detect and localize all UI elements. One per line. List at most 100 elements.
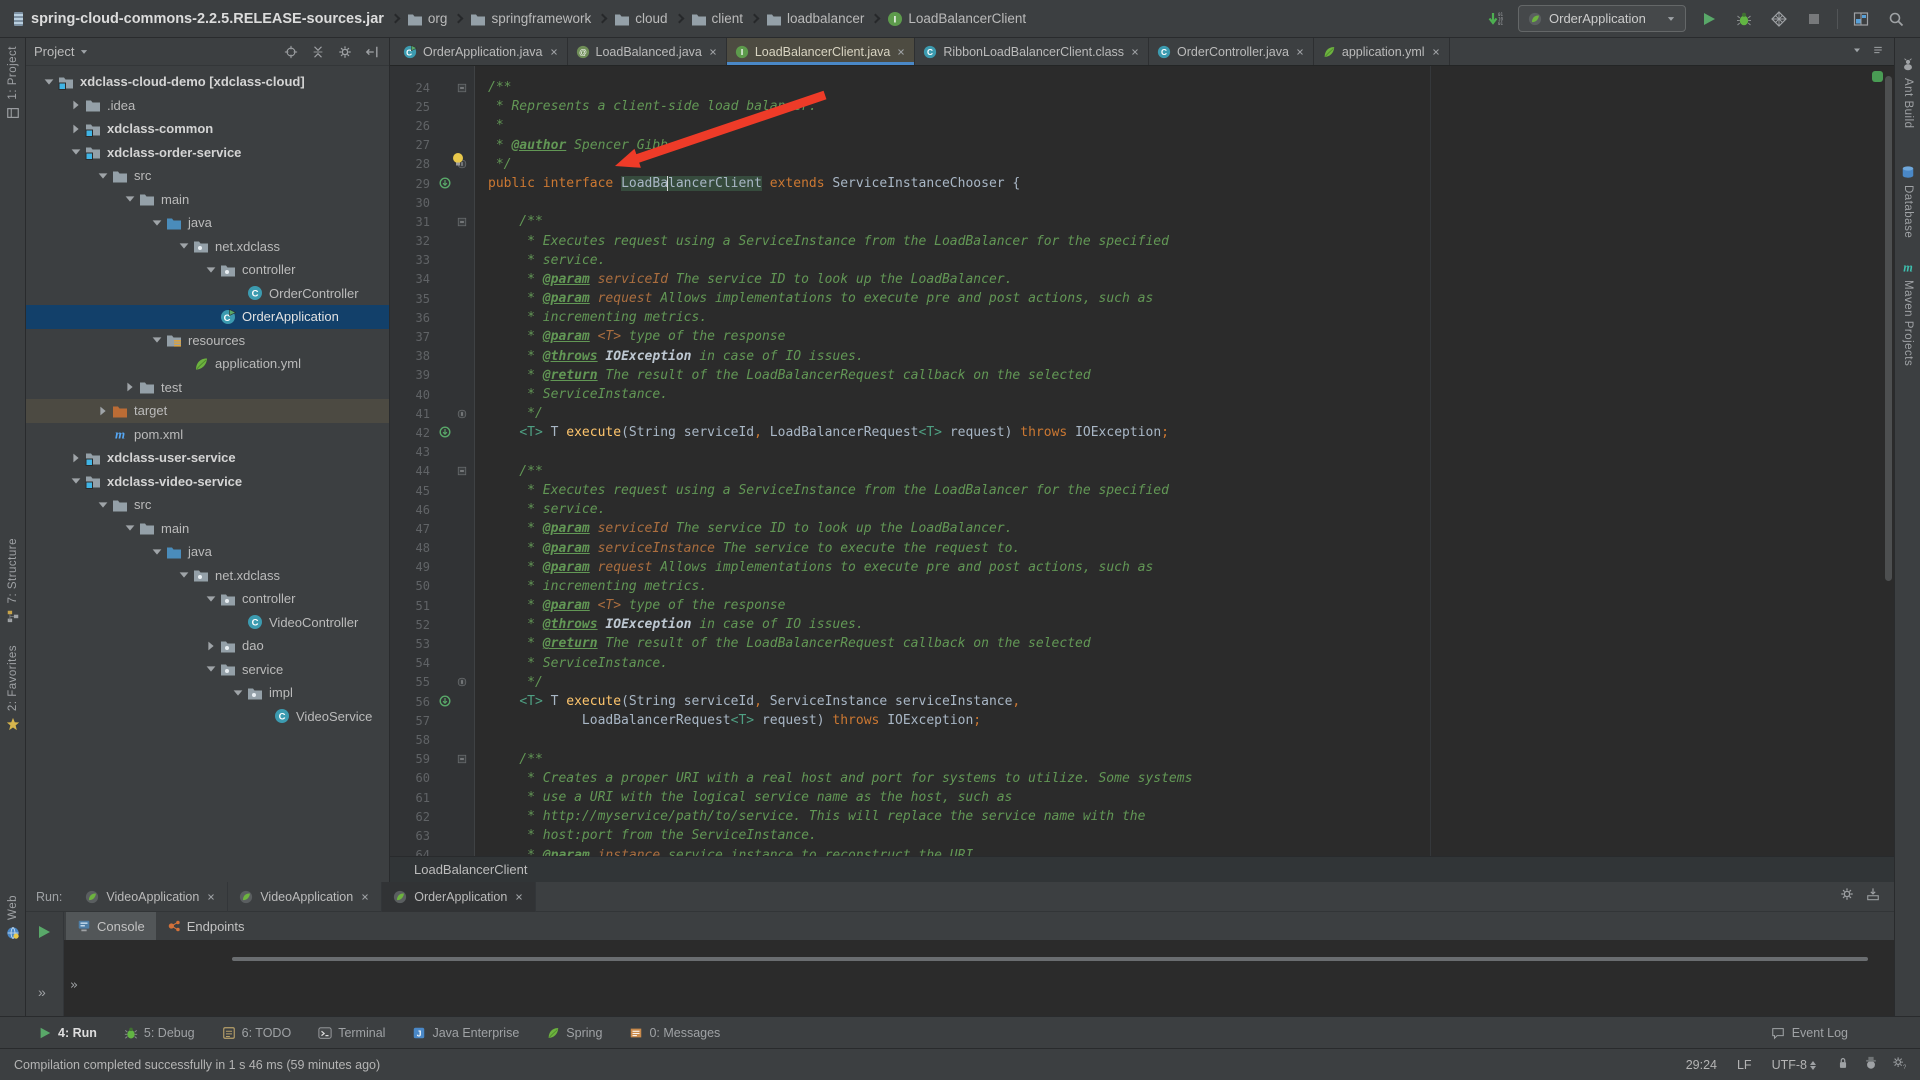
tree-item[interactable]: xdclass-video-service xyxy=(26,470,389,494)
toolwindow-button--messages[interactable]: 0: Messages xyxy=(629,1026,720,1040)
editor-tab[interactable]: @ LoadBalanced.java xyxy=(568,38,727,65)
implemented-icon[interactable] xyxy=(438,176,452,190)
stop-button[interactable] xyxy=(1802,7,1826,31)
chevron-right-icon[interactable] xyxy=(67,98,85,112)
toolwindow-button-spring[interactable]: Spring xyxy=(546,1026,602,1040)
event-log-button[interactable]: Event Log xyxy=(1771,1026,1920,1040)
coverage-button[interactable] xyxy=(1767,7,1791,31)
menu-button[interactable] xyxy=(1872,43,1884,61)
breadcrumb-item[interactable]: springframework xyxy=(470,11,591,27)
close-icon[interactable] xyxy=(1130,47,1140,57)
tree-item[interactable]: .idea xyxy=(26,94,389,118)
close-icon[interactable] xyxy=(1431,47,1441,57)
implemented-icon[interactable] xyxy=(438,694,452,708)
chevron-down-icon[interactable] xyxy=(175,568,193,582)
tree-item[interactable]: main xyxy=(26,517,389,541)
stripe-button-web[interactable]: Web xyxy=(0,895,26,940)
fold-chevron-icon[interactable]: » xyxy=(70,976,78,995)
close-icon[interactable] xyxy=(1295,47,1305,57)
close-icon[interactable] xyxy=(360,892,370,902)
view-tab-console[interactable]: Console xyxy=(66,912,156,940)
help-gear-button[interactable]: ? xyxy=(1892,1056,1906,1073)
update-button[interactable]: 01 10 01 xyxy=(1483,7,1507,31)
lock-button[interactable] xyxy=(1836,1056,1850,1073)
expand-chevron-icon[interactable]: » xyxy=(38,984,46,1000)
editor-tab[interactable]: I LoadBalancerClient.java xyxy=(726,38,916,65)
toolwindow-button--todo[interactable]: 6: TODO xyxy=(222,1026,291,1040)
tree-item[interactable]: net.xdclass xyxy=(26,564,389,588)
fold-start-icon[interactable] xyxy=(456,753,468,765)
tree-item[interactable]: xdclass-order-service xyxy=(26,141,389,165)
breadcrumb-item[interactable]: cloud xyxy=(614,11,668,27)
toolwindow-button--run[interactable]: 4: Run xyxy=(38,1026,97,1040)
stripe-button--project[interactable]: 1: Project xyxy=(0,46,26,120)
chevron-down-icon[interactable] xyxy=(121,192,139,206)
chevron-down-icon[interactable] xyxy=(148,333,166,347)
fold-start-icon[interactable] xyxy=(456,82,468,94)
stripe-button-database[interactable]: Database xyxy=(1895,165,1920,238)
chevron-down-icon[interactable] xyxy=(121,521,139,535)
chevron-down-icon[interactable] xyxy=(202,592,220,606)
encoding[interactable]: UTF-8 xyxy=(1772,1058,1816,1072)
caret-position[interactable]: 29:24 xyxy=(1686,1058,1717,1072)
inspection-status-icon[interactable] xyxy=(1872,71,1883,82)
tree-item[interactable]: impl xyxy=(26,681,389,705)
tree-item[interactable]: xdclass-cloud-demo [xdclass-cloud] xyxy=(26,70,389,94)
line-ending[interactable]: LF xyxy=(1737,1058,1752,1072)
toolwindow-button--debug[interactable]: 5: Debug xyxy=(124,1026,195,1040)
tree-item[interactable]: resources xyxy=(26,329,389,353)
close-icon[interactable] xyxy=(896,47,906,57)
code-area[interactable]: 24 /** 25 * Represents a client-side load … xyxy=(390,66,1894,856)
chevron-down-icon[interactable] xyxy=(94,498,112,512)
tree-item[interactable]: src xyxy=(26,493,389,517)
tree-item[interactable]: C VideoController xyxy=(26,611,389,635)
tree-item[interactable]: net.xdclass xyxy=(26,235,389,259)
dock-button[interactable] xyxy=(1866,887,1880,906)
gear-button[interactable] xyxy=(336,43,354,61)
debug-button[interactable] xyxy=(1732,7,1756,31)
stripe-button--structure[interactable]: 7: Structure xyxy=(0,538,26,623)
toolwindow-button-terminal[interactable]: Terminal xyxy=(318,1026,385,1040)
chevron-right-icon[interactable] xyxy=(94,404,112,418)
search-button[interactable] xyxy=(1884,7,1908,31)
implemented-icon[interactable] xyxy=(438,425,452,439)
view-tab-endpoints[interactable]: Endpoints xyxy=(156,912,256,940)
tree-item[interactable]: target xyxy=(26,399,389,423)
stripe-button-maven-projects[interactable]: m Maven Projects xyxy=(1895,260,1920,366)
run-config-select[interactable]: OrderApplication xyxy=(1518,5,1686,32)
breadcrumb-item[interactable]: I LoadBalancerClient xyxy=(887,11,1026,27)
editor-breadcrumb[interactable]: LoadBalancerClient xyxy=(390,856,1894,882)
tree-item[interactable]: application.yml xyxy=(26,352,389,376)
tree-item[interactable]: C VideoService xyxy=(26,705,389,729)
fold-start-icon[interactable] xyxy=(456,216,468,228)
caret-down-button[interactable] xyxy=(1851,43,1863,61)
chevron-down-icon[interactable] xyxy=(202,662,220,676)
console-hscrollbar[interactable] xyxy=(232,957,1868,961)
breadcrumb-item[interactable]: client xyxy=(691,11,743,27)
editor-tab[interactable]: C OrderApplication.java xyxy=(395,38,568,65)
breadcrumb-item[interactable]: org xyxy=(407,11,447,27)
tree-item[interactable]: controller xyxy=(26,587,389,611)
tree-item[interactable]: main xyxy=(26,188,389,212)
fold-end-icon[interactable] xyxy=(456,676,468,688)
close-icon[interactable] xyxy=(549,47,559,57)
chevron-down-icon[interactable] xyxy=(94,169,112,183)
chevron-down-icon[interactable] xyxy=(202,263,220,277)
editor-scrollbar[interactable] xyxy=(1885,76,1892,581)
chevron-down-icon[interactable] xyxy=(229,686,247,700)
chevron-right-icon[interactable] xyxy=(67,122,85,136)
console-log[interactable]: » 2020-09-06 11:20:54.456 INFO 26146 ---… xyxy=(64,940,1894,1016)
tree-item[interactable]: m pom.xml xyxy=(26,423,389,447)
inspector-button[interactable] xyxy=(1864,1056,1878,1073)
chevron-down-icon[interactable] xyxy=(67,145,85,159)
chevron-down-icon[interactable] xyxy=(148,545,166,559)
chevron-right-icon[interactable] xyxy=(121,380,139,394)
editor-tab[interactable]: C OrderController.java xyxy=(1149,38,1314,65)
chevron-right-icon[interactable] xyxy=(67,451,85,465)
gear-button[interactable] xyxy=(1840,887,1854,906)
caret-down-icon[interactable] xyxy=(79,47,89,57)
breadcrumb-item[interactable]: loadbalancer xyxy=(766,11,864,27)
tree-item[interactable]: java xyxy=(26,540,389,564)
fold-start-icon[interactable] xyxy=(456,465,468,477)
intention-bulb-icon[interactable] xyxy=(450,151,466,167)
